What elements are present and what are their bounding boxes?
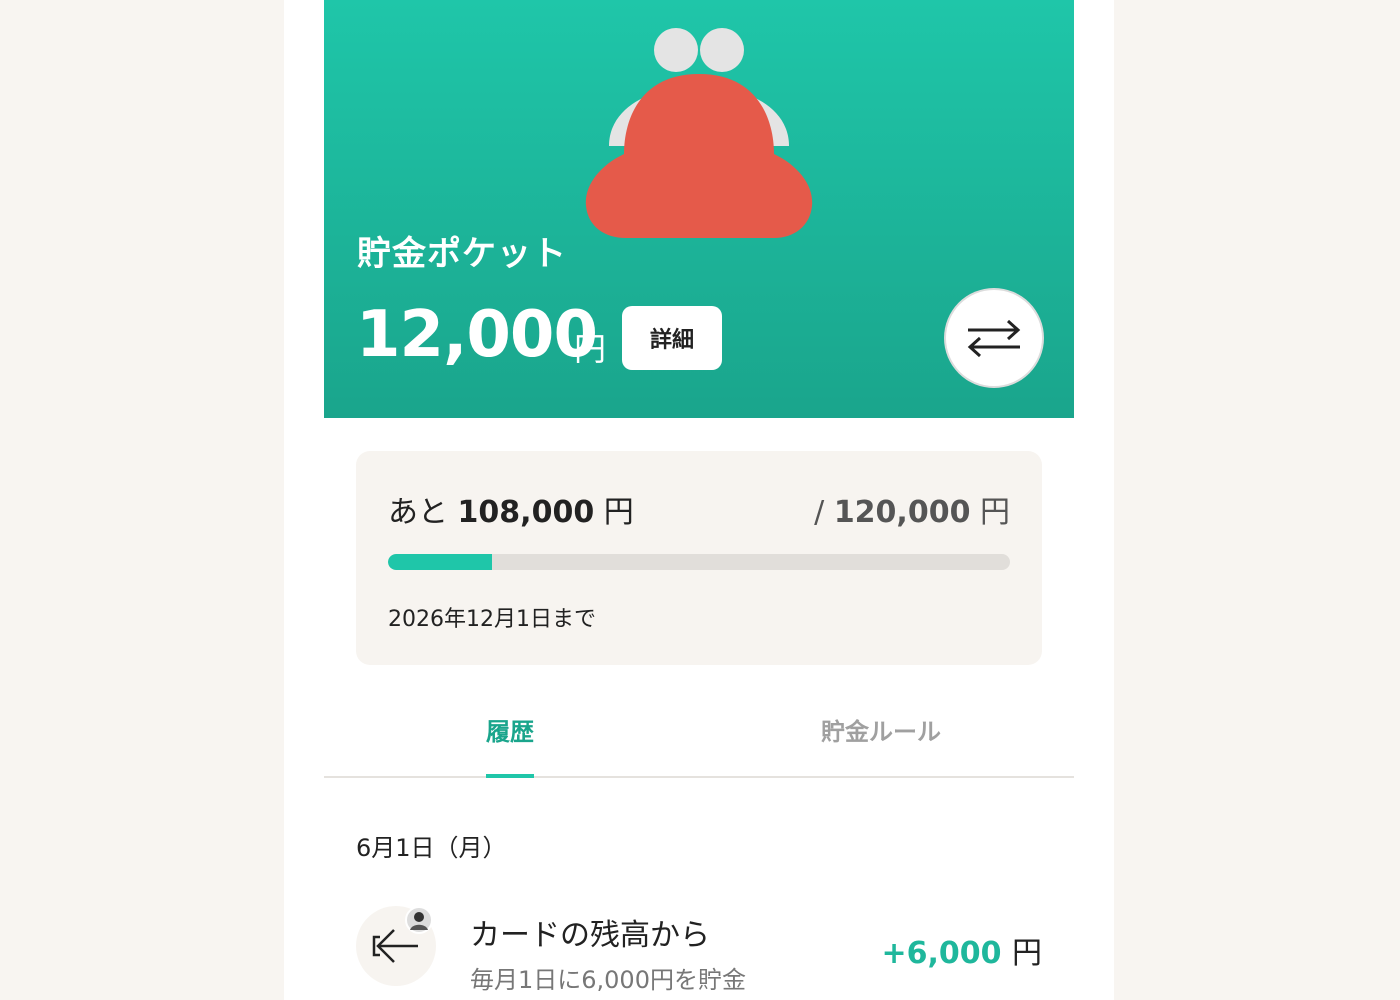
progress-fill bbox=[388, 554, 492, 570]
remaining-prefix: あと bbox=[388, 495, 448, 530]
active-tab-indicator bbox=[486, 774, 534, 778]
remaining-value: 108,000 bbox=[457, 495, 595, 530]
target-value: 120,000 bbox=[833, 495, 971, 530]
goal-deadline: 2026年12月1日まで bbox=[388, 607, 596, 632]
tab-bar: 履歴 貯金ルール bbox=[324, 690, 1074, 778]
pocket-balance: 12,000 bbox=[356, 298, 598, 372]
user-avatar-icon bbox=[405, 906, 433, 934]
transaction-amount: +6,000 円 bbox=[882, 928, 1042, 972]
target-amount: / 120,000 円 bbox=[814, 487, 1010, 531]
pocket-header: 貯金ポケット 12,000 円 詳細 bbox=[324, 0, 1074, 418]
target-unit: 円 bbox=[980, 495, 1010, 530]
pocket-balance-unit: 円 bbox=[574, 330, 607, 368]
transaction-amount-unit: 円 bbox=[1012, 936, 1042, 971]
tab-savings-rules[interactable]: 貯金ルール bbox=[821, 712, 941, 747]
detail-button[interactable]: 詳細 bbox=[622, 306, 722, 370]
pocket-title: 貯金ポケット bbox=[357, 234, 567, 274]
savings-goal-card: あと 108,000 円 / 120,000 円 2026年12月1日まで bbox=[356, 451, 1042, 665]
transaction-amount-value: +6,000 bbox=[881, 936, 1002, 971]
coin-purse-icon bbox=[585, 28, 813, 238]
tab-history[interactable]: 履歴 bbox=[486, 712, 534, 747]
transaction-title: カードの残高から bbox=[470, 918, 710, 953]
target-prefix: / bbox=[814, 495, 825, 530]
remaining-amount: あと 108,000 円 bbox=[388, 487, 634, 531]
transfer-button[interactable] bbox=[946, 290, 1042, 386]
swap-arrows-icon bbox=[967, 319, 1021, 358]
remaining-unit: 円 bbox=[603, 495, 634, 530]
progress-bar bbox=[388, 554, 1010, 570]
main-panel: 貯金ポケット 12,000 円 詳細 あと 108,000 円 / 120,00… bbox=[284, 0, 1114, 1000]
transaction-subtitle: 毎月1日に6,000円を貯金 bbox=[470, 966, 746, 994]
history-date-heading: 6月1日（月） bbox=[356, 834, 507, 862]
